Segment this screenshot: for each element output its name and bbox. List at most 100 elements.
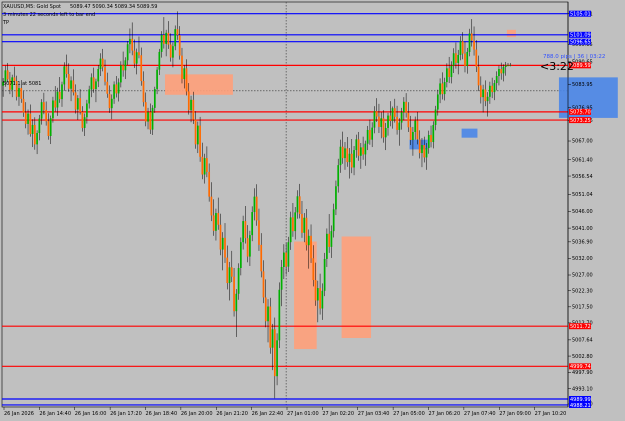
candle-body [455, 53, 457, 63]
candle-body [104, 67, 106, 82]
candle-body [117, 82, 120, 94]
candle-body [24, 112, 27, 124]
candle-body [181, 55, 183, 80]
candle-body [151, 107, 154, 130]
candle-body [43, 102, 45, 110]
zone-box [461, 128, 478, 138]
candle-body [242, 221, 244, 243]
candle-body [344, 148, 346, 159]
candle-body [387, 115, 389, 128]
candle-body [312, 258, 315, 281]
candle-body [366, 129, 369, 144]
time-tick-label: 27 Jan 05:00 [393, 411, 425, 417]
price-tick-label: 5046.00 [572, 209, 593, 215]
candle-body [199, 125, 201, 157]
candle-body [233, 276, 235, 312]
price-chart[interactable]: 5105.015095.855090.655083.955076.955073.… [0, 0, 625, 417]
candle-body [400, 112, 403, 123]
candle-body [450, 65, 453, 78]
candle-body [509, 65, 512, 66]
candle-body [119, 65, 122, 83]
ohlc-readout: 5089.47 5090.34 5089.34 5089.59 [70, 4, 157, 10]
candle-body [461, 41, 464, 54]
candle-body [221, 237, 224, 250]
candle-body [269, 306, 272, 348]
candle-body [337, 165, 340, 187]
candle-body [185, 68, 188, 92]
candle-body [350, 153, 353, 168]
candle-body [228, 267, 231, 284]
candle-body [235, 293, 238, 312]
candle-body [484, 89, 487, 102]
candle-body [258, 220, 260, 245]
time-tick-label: 27 Jan 07:40 [464, 411, 496, 417]
level-label: 5071.1 at 5081 [3, 81, 41, 87]
time-tick-label: 27 Jan 02:20 [322, 411, 354, 417]
candle-body [439, 83, 441, 95]
candle-body [255, 196, 258, 221]
time-tick-label: 26 Jan 18:40 [146, 411, 178, 417]
candle-body [446, 68, 448, 83]
price-tick-label: 5083.95 [572, 82, 593, 88]
zone-box [341, 236, 372, 338]
candle-body [432, 124, 435, 143]
candle-body [210, 196, 213, 216]
candle-body [147, 112, 149, 122]
candle-body [196, 125, 199, 145]
candle-body [65, 66, 68, 75]
candle-body [99, 58, 102, 69]
candle-body [22, 98, 25, 113]
candle-body [418, 139, 421, 154]
time-tick-label: 27 Jan 06:20 [429, 411, 461, 417]
candle-body [316, 288, 319, 301]
candle-body [382, 118, 385, 138]
bar-timer: 3 minutes 22 seconds left to bar end [3, 12, 95, 18]
candle-body [224, 237, 226, 258]
price-tick-label: 5036.90 [572, 240, 593, 246]
candle-body [156, 69, 158, 90]
candle-body [373, 111, 376, 128]
candle-body [90, 77, 93, 90]
level-price-tag-label: 5105.01 [570, 11, 591, 17]
candle-body [160, 34, 163, 52]
candle-body [31, 124, 34, 134]
price-tick-label: 5041.00 [572, 226, 593, 232]
candle-body [74, 92, 77, 110]
candle-body [482, 89, 484, 98]
candle-body [459, 41, 462, 55]
candle-body [163, 34, 165, 44]
candle-body [165, 32, 168, 44]
candle-body [470, 33, 473, 41]
candle-body [138, 52, 140, 56]
candle-body [434, 109, 437, 125]
candle-body [251, 212, 254, 236]
candle-body [47, 121, 50, 136]
candle-body [425, 148, 428, 158]
candle-body [314, 280, 317, 301]
level-price-tag-label: 4999.74 [570, 364, 591, 370]
candle-body [348, 153, 351, 163]
price-tick-label: 5061.40 [572, 157, 593, 163]
candle-body [421, 145, 423, 154]
candle-body [441, 83, 444, 95]
candle-body [473, 40, 475, 50]
candle-body [443, 82, 446, 95]
candle-body [54, 100, 57, 108]
time-tick-label: 27 Jan 03:40 [358, 411, 390, 417]
candle-body [63, 66, 66, 85]
candle-body [86, 103, 88, 118]
candle-body [407, 112, 410, 128]
candle-body [167, 32, 170, 45]
price-tick-label: 5007.64 [572, 338, 593, 344]
candle-body [190, 99, 192, 111]
candle-body [332, 209, 335, 232]
time-tick-label: 26 Jan 22:40 [252, 411, 284, 417]
candle-body [135, 52, 138, 64]
candle-body [122, 65, 124, 71]
candle-body [486, 96, 489, 102]
price-tick-label: 5032.00 [572, 256, 593, 262]
candle-body [328, 233, 331, 247]
candle-body [6, 70, 9, 80]
candle-body [355, 139, 358, 151]
candle-body [384, 127, 387, 138]
